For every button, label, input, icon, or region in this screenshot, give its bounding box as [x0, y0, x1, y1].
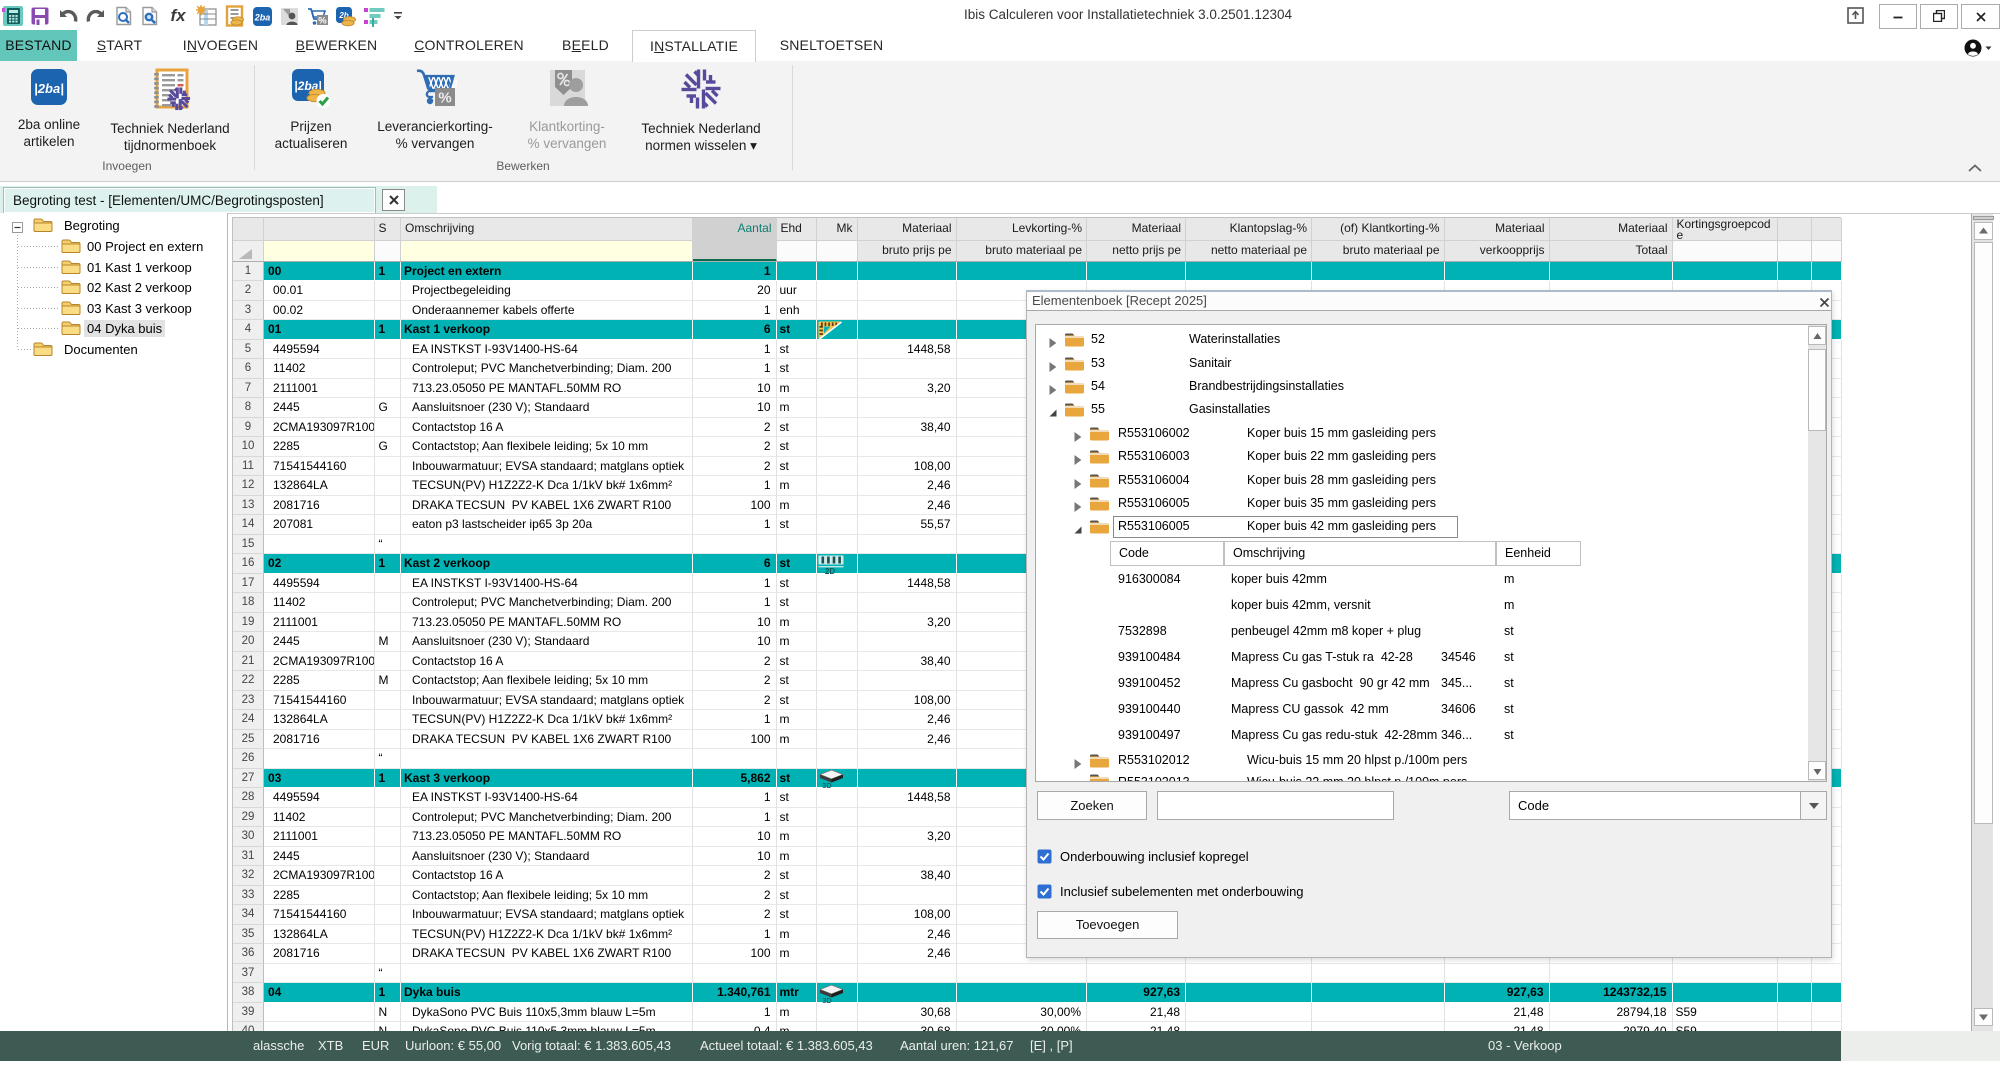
svg-text:3D: 3D: [822, 781, 832, 788]
svg-text:3D: 3D: [822, 996, 832, 1003]
svg-text:|2ba|: |2ba|: [34, 81, 64, 96]
svg-text:2ba: 2ba: [254, 12, 271, 22]
svg-text:%: %: [438, 90, 451, 107]
svg-text:2D: 2D: [825, 567, 835, 574]
svg-text:%: %: [318, 15, 327, 26]
